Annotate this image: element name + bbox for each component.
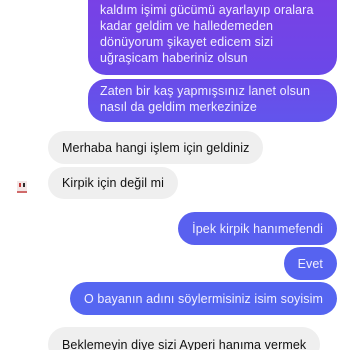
message-text: İpek kirpik hanımefendi — [192, 221, 323, 236]
avatar[interactable] — [11, 175, 33, 197]
sent-message-bubble[interactable]: O bayanın adını söylermisiniz isim soyis… — [70, 282, 337, 315]
received-message-bubble[interactable]: Merhaba hangi işlem için geldiniz — [48, 131, 264, 164]
profile-avatar-icon — [11, 175, 33, 197]
message-text: Evet — [297, 256, 323, 271]
chat-thread: kaldım işimi gücümü ayarlayıp oralara ka… — [0, 0, 350, 350]
message-text: O bayanın adını söylermisiniz isim soyis… — [84, 291, 323, 306]
message-text: Zaten bir kaş yapmışsınız lanet olsun na… — [100, 84, 311, 114]
sent-message-bubble[interactable]: kaldım işimi gücümü ayarlayıp oralara ka… — [88, 0, 337, 75]
sent-message-bubble[interactable]: Evet — [283, 247, 337, 280]
message-text: Beklemeyin diye sizi Ayperi hanıma verme… — [62, 337, 307, 350]
message-text: Merhaba hangi işlem için geldiniz — [62, 140, 250, 155]
received-message-bubble[interactable]: Kirpik için değil mi — [48, 167, 179, 199]
message-text: Kirpik için değil mi — [62, 176, 165, 190]
sent-message-bubble[interactable]: İpek kirpik hanımefendi — [178, 212, 337, 245]
received-message-bubble[interactable]: Beklemeyin diye sizi Ayperi hanıma verme… — [48, 327, 321, 350]
message-text: kaldım işimi gücümü ayarlayıp oralara ka… — [100, 3, 314, 65]
sent-message-bubble[interactable]: Zaten bir kaş yapmışsınız lanet olsun na… — [88, 79, 337, 122]
